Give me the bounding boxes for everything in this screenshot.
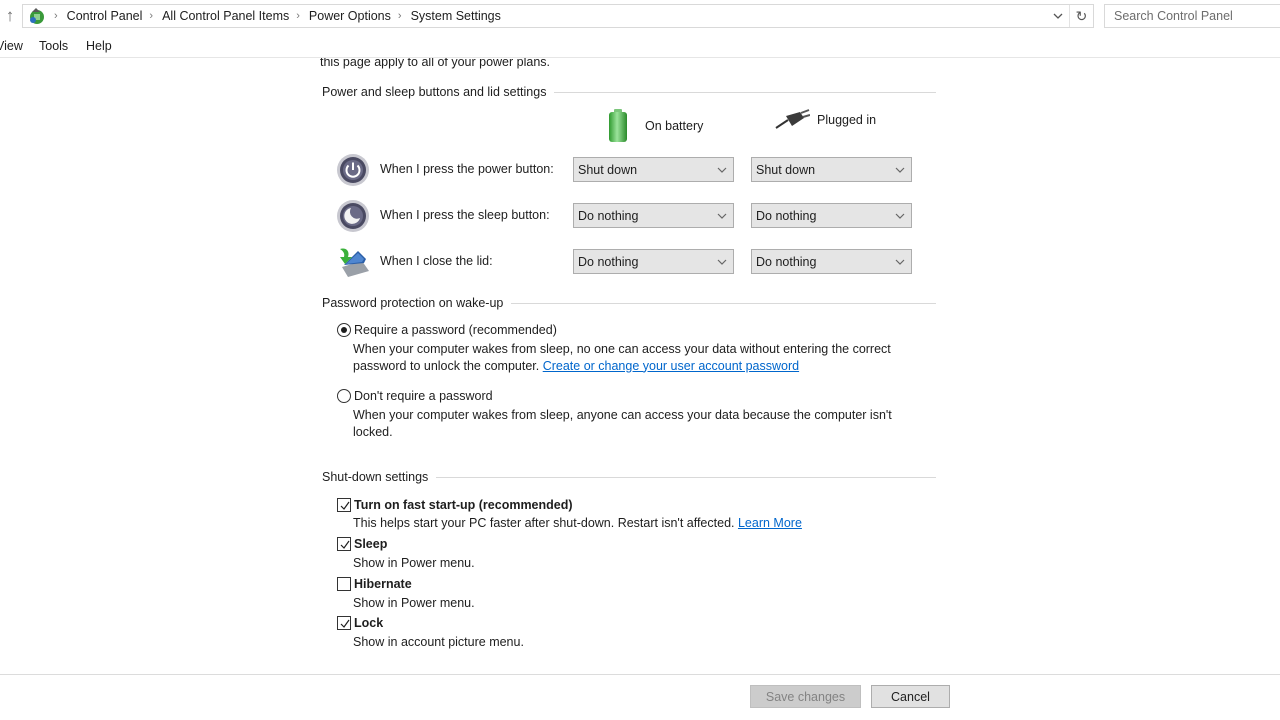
menu-help[interactable]: Help (86, 39, 112, 53)
refresh-icon[interactable]: ↻ (1069, 5, 1093, 27)
section-divider (511, 302, 936, 304)
checkbox-label: Lock (354, 616, 384, 630)
breadcrumb-separator: › (296, 10, 300, 22)
menu-view[interactable]: View (0, 39, 23, 53)
checkbox-checked[interactable] (337, 616, 351, 630)
radio-button-unselected[interactable] (337, 389, 351, 403)
checkbox-label: Turn on fast start-up (recommended) (354, 498, 573, 512)
address-row: ↑ › Control Panel › All Control Panel It… (0, 0, 1280, 33)
plug-icon (774, 108, 811, 132)
learn-more-link[interactable]: Learn More (738, 516, 802, 530)
section-password-protection: Password protection on wake-up (322, 296, 936, 310)
breadcrumb-system-settings[interactable]: System Settings (411, 9, 501, 23)
footer-divider (0, 674, 1280, 675)
chevron-down-icon[interactable] (1049, 5, 1067, 27)
description-text: This helps start your PC faster after sh… (353, 516, 735, 530)
description-line: When your computer wakes from sleep, any… (353, 408, 892, 422)
save-changes-button[interactable]: Save changes (750, 685, 861, 708)
description-text: password to unlock the computer. (353, 358, 540, 373)
column-label: Plugged in (817, 113, 877, 127)
menu-tools[interactable]: Tools (39, 39, 68, 53)
section-power-buttons: Power and sleep buttons and lid settings (322, 85, 936, 99)
breadcrumb-separator: › (54, 10, 58, 22)
laptop-lid-icon (336, 245, 370, 279)
hibernate-description: Show in Power menu. (353, 596, 475, 610)
change-password-link[interactable]: Create or change your user account passw… (543, 359, 799, 373)
checkbox-label: Hibernate (354, 577, 412, 591)
battery-icon (606, 108, 630, 144)
intro-text: this page apply to all of your power pla… (320, 58, 550, 69)
row-label: When I press the sleep button: (380, 208, 550, 222)
checkbox-checked[interactable] (337, 498, 351, 512)
cancel-button[interactable]: Cancel (871, 685, 950, 708)
content-area: this page apply to all of your power pla… (0, 58, 1280, 674)
chevron-down-icon (893, 207, 907, 223)
description-line: When your computer wakes from sleep, no … (353, 342, 891, 356)
sleep-button-icon (336, 199, 370, 233)
checkbox-checked[interactable] (337, 537, 351, 551)
checkbox-fast-startup[interactable]: Turn on fast start-up (recommended) (337, 498, 573, 512)
chevron-down-icon (715, 207, 729, 223)
section-title: Shut-down settings (322, 470, 429, 484)
column-on-battery: On battery (606, 108, 703, 144)
dropdown-value: Do nothing (756, 209, 817, 223)
power-button-on-battery-dropdown[interactable]: Shut down (573, 157, 734, 182)
checkbox-hibernate[interactable]: Hibernate (337, 577, 412, 591)
breadcrumb-power-options[interactable]: Power Options (309, 9, 391, 23)
up-arrow-icon[interactable]: ↑ (1, 6, 19, 26)
fast-startup-description: This helps start your PC faster after sh… (353, 515, 933, 532)
chevron-down-icon (715, 161, 729, 177)
sleep-button-on-battery-dropdown[interactable]: Do nothing (573, 203, 734, 228)
section-title: Password protection on wake-up (322, 296, 504, 310)
dont-require-password-description: When your computer wakes from sleep, any… (353, 407, 933, 440)
checkbox-unchecked[interactable] (337, 577, 351, 591)
checkbox-sleep[interactable]: Sleep (337, 537, 387, 551)
radio-button-selected[interactable] (337, 323, 351, 337)
chevron-down-icon (715, 253, 729, 269)
description-line: password to unlock the computer. Create … (353, 358, 933, 375)
checkbox-lock[interactable]: Lock (337, 616, 383, 630)
dropdown-value: Do nothing (578, 209, 639, 223)
dropdown-value: Shut down (578, 163, 638, 177)
search-box[interactable] (1104, 4, 1280, 28)
section-divider (436, 476, 936, 478)
row-label: When I press the power button: (380, 162, 554, 176)
section-divider (554, 91, 936, 93)
section-title: Power and sleep buttons and lid settings (322, 85, 547, 99)
dropdown-value: Shut down (756, 163, 816, 177)
chevron-down-icon (893, 253, 907, 269)
close-lid-plugged-in-dropdown[interactable]: Do nothing (751, 249, 912, 274)
setting-row-sleep-button: When I press the sleep button: Do nothin… (336, 199, 916, 233)
breadcrumb-separator: › (397, 10, 402, 22)
radio-require-password[interactable]: Require a password (recommended) (337, 323, 557, 337)
lock-description: Show in account picture menu. (353, 635, 524, 649)
dropdown-value: Do nothing (756, 255, 817, 269)
sleep-button-plugged-in-dropdown[interactable]: Do nothing (751, 203, 912, 228)
radio-label: Require a password (recommended) (354, 323, 557, 337)
setting-row-power-button: When I press the power button: Shut down… (336, 153, 916, 187)
power-button-plugged-in-dropdown[interactable]: Shut down (751, 157, 912, 182)
radio-label: Don't require a password (354, 389, 493, 403)
control-panel-icon (25, 5, 47, 27)
sleep-description: Show in Power menu. (353, 556, 475, 570)
power-button-icon (336, 153, 370, 187)
column-plugged-in: Plugged in (774, 108, 876, 132)
breadcrumb-separator: › (149, 10, 154, 22)
section-shutdown-settings: Shut-down settings (322, 470, 936, 484)
chevron-down-icon (893, 161, 907, 177)
search-input[interactable] (1105, 5, 1280, 27)
description-line: locked. (353, 424, 393, 439)
address-bar[interactable]: › Control Panel › All Control Panel Item… (22, 4, 1094, 28)
checkbox-label: Sleep (354, 537, 388, 551)
require-password-description: When your computer wakes from sleep, no … (353, 341, 933, 374)
row-label: When I close the lid: (380, 254, 493, 268)
setting-row-close-lid: When I close the lid: Do nothing Do noth… (336, 245, 916, 279)
radio-dont-require-password[interactable]: Don't require a password (337, 389, 493, 403)
breadcrumb-all-items[interactable]: All Control Panel Items (162, 9, 289, 23)
column-label: On battery (645, 119, 704, 133)
close-lid-on-battery-dropdown[interactable]: Do nothing (573, 249, 734, 274)
dropdown-value: Do nothing (578, 255, 639, 269)
breadcrumb-control-panel[interactable]: Control Panel (67, 9, 143, 23)
